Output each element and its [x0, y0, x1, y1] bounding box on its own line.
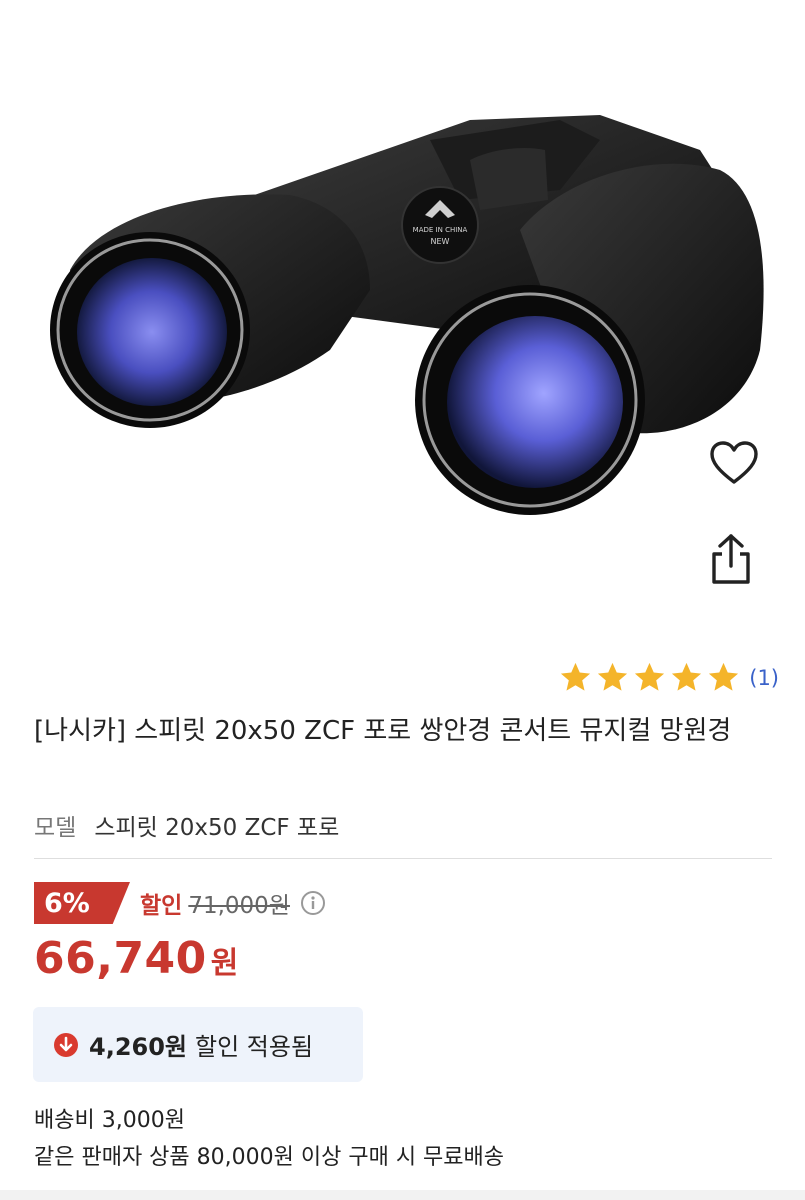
model-value: 스피릿 20x50 ZCF 포로 — [94, 815, 340, 841]
model-row: 모델 스피릿 20x50 ZCF 포로 — [34, 808, 339, 842]
model-label: 모델 — [34, 815, 77, 841]
star-filled-icon — [672, 662, 702, 691]
section-divider — [0, 1190, 805, 1200]
sale-price: 66,740 원 — [34, 933, 238, 984]
discount-row: 6% 할인 71,000원 — [34, 882, 326, 924]
product-image[interactable]: MADE IN CHINA NEW — [0, 0, 805, 640]
heart-outline-icon — [710, 441, 758, 484]
discount-applied-box: 4,260원 할인 적용됨 — [33, 1007, 363, 1082]
discount-badge: 6% — [34, 882, 130, 924]
original-price: 71,000원 — [188, 893, 290, 919]
applied-discount-text: 할인 적용됨 — [195, 1033, 314, 1061]
free-shipping-condition: 같은 판매자 상품 80,000원 이상 구매 시 무료배송 — [34, 1145, 505, 1170]
binoculars-image: MADE IN CHINA NEW — [50, 115, 764, 515]
sale-price-unit: 원 — [210, 946, 239, 981]
image-badge-line2: NEW — [431, 237, 450, 246]
shipping-fee: 배송비 3,000원 — [34, 1108, 185, 1133]
image-badge-line1: MADE IN CHINA — [413, 226, 468, 234]
review-count-link[interactable]: (1) — [749, 666, 779, 690]
wishlist-button[interactable] — [708, 440, 766, 498]
product-title: [나시카] 스피릿 20x50 ZCF 포로 쌍안경 콘서트 뮤지컬 망원경 — [34, 716, 732, 746]
star-filled-icon — [709, 662, 739, 691]
star-filled-icon — [561, 662, 591, 691]
star-filled-icon — [598, 662, 628, 691]
info-icon[interactable] — [300, 890, 326, 916]
rating-summary[interactable]: (1) — [558, 660, 779, 695]
share-button[interactable] — [708, 532, 766, 594]
divider — [34, 858, 772, 859]
sale-price-number: 66,740 — [34, 933, 207, 984]
down-arrow-circle-icon — [54, 1032, 78, 1057]
discount-label: 할인 — [140, 893, 183, 919]
star-filled-icon — [635, 662, 665, 691]
share-icon — [712, 534, 750, 584]
applied-discount-amount: 4,260원 — [89, 1033, 187, 1061]
